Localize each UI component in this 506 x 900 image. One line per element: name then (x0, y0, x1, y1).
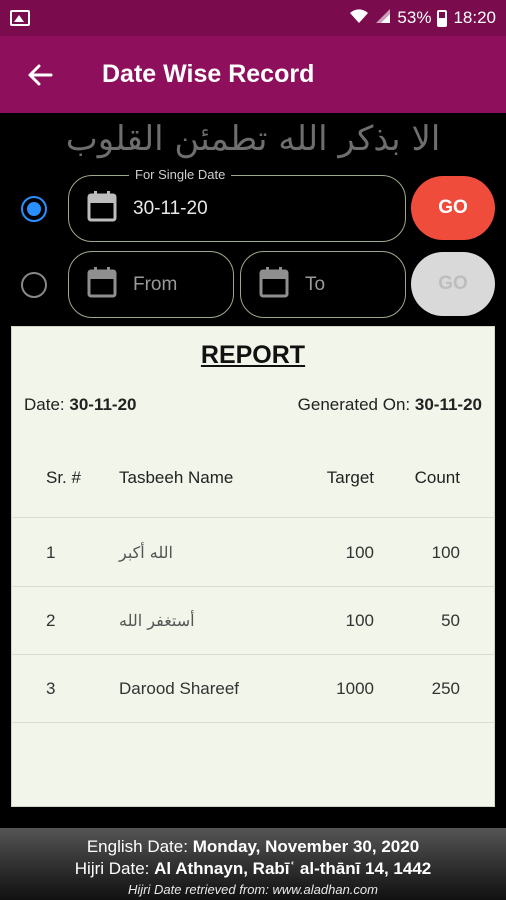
row-count: 250 (431, 679, 460, 698)
wifi-icon (349, 8, 369, 28)
hijri-date-label: Hijri Date: (74, 859, 150, 878)
table-row: 1 الله أكبر 100 100 (12, 519, 494, 587)
from-date-field[interactable]: From (68, 251, 234, 318)
row-count: 100 (431, 543, 460, 562)
single-date-label: For Single Date (129, 167, 232, 182)
column-header-name: Tasbeeh Name (119, 468, 234, 487)
single-date-value: 30-11-20 (133, 197, 208, 219)
arrow-back-icon[interactable] (0, 36, 80, 113)
battery-percent: 53% (397, 8, 432, 27)
signal-icon (375, 8, 391, 28)
range-go-button[interactable]: GO (411, 252, 495, 316)
report-date: Date: 30-11-20 (24, 395, 137, 415)
calendar-icon (87, 190, 117, 227)
single-date-go-button[interactable]: GO (411, 176, 495, 240)
row-name: الله أكبر (119, 543, 173, 562)
table-row: 2 أستغفر الله 100 50 (12, 587, 494, 655)
table-header: Sr. # Tasbeeh Name Target Count (12, 438, 494, 518)
page-title: Date Wise Record (102, 60, 315, 88)
column-header-count: Count (414, 468, 460, 487)
status-indicators: 53% 18:20 (349, 8, 496, 28)
column-header-sr: Sr. # (46, 468, 81, 487)
from-placeholder: From (133, 273, 178, 295)
calendar-icon (259, 266, 289, 303)
row-target: 1000 (336, 679, 374, 698)
battery-icon (437, 9, 448, 27)
report-date-label: Date: (24, 395, 65, 414)
english-date-value: Monday, November 30, 2020 (192, 837, 420, 856)
english-date-line: English Date: Monday, November 30, 2020 (0, 837, 506, 857)
calligraphy-verse: الا بذكر الله تطمئن القلوب (65, 119, 441, 159)
row-sr: 3 (46, 679, 56, 698)
report-date-value: 30-11-20 (69, 395, 137, 414)
generated-on-label: Generated On: (297, 395, 411, 414)
gallery-notification-icon (10, 10, 30, 26)
single-date-field[interactable]: For Single Date 30-11-20 (68, 167, 406, 242)
table-row: 3 Darood Shareef 1000 250 (12, 655, 494, 723)
to-placeholder: To (305, 273, 326, 295)
report-generated: Generated On: 30-11-20 (298, 395, 482, 415)
calendar-icon (87, 266, 117, 303)
hijri-date-line: Hijri Date: Al Athnayn, Rabīʿ al-thānī 1… (0, 859, 506, 879)
generated-on-value: 30-11-20 (414, 395, 482, 414)
column-header-target: Target (326, 468, 374, 487)
clock: 18:20 (453, 8, 496, 27)
report-title: REPORT (200, 341, 306, 369)
row-name: أستغفر الله (119, 611, 195, 630)
row-sr: 2 (46, 611, 56, 630)
single-date-radio[interactable] (21, 196, 47, 222)
row-name: Darood Shareef (119, 679, 240, 698)
date-footer: English Date: Monday, November 30, 2020 … (0, 828, 506, 900)
english-date-label: English Date: (86, 837, 188, 856)
row-target: 100 (345, 611, 374, 630)
app-bar: Date Wise Record (0, 36, 506, 113)
to-date-field[interactable]: To (240, 251, 406, 318)
status-bar: 53% 18:20 (0, 0, 506, 36)
hijri-source-note: Hijri Date retrieved from: www.aladhan.c… (128, 882, 378, 897)
row-sr: 1 (46, 543, 56, 562)
date-range-radio[interactable] (21, 272, 47, 298)
main-content: الا بذكر الله تطمئن القلوب For Single Da… (0, 113, 506, 900)
row-target: 100 (345, 543, 374, 562)
hijri-date-value: Al Athnayn, Rabīʿ al-thānī 14, 1442 (154, 859, 432, 878)
report-card: REPORT Date: 30-11-20 Generated On: 30-1… (11, 326, 495, 807)
row-count: 50 (441, 611, 460, 630)
